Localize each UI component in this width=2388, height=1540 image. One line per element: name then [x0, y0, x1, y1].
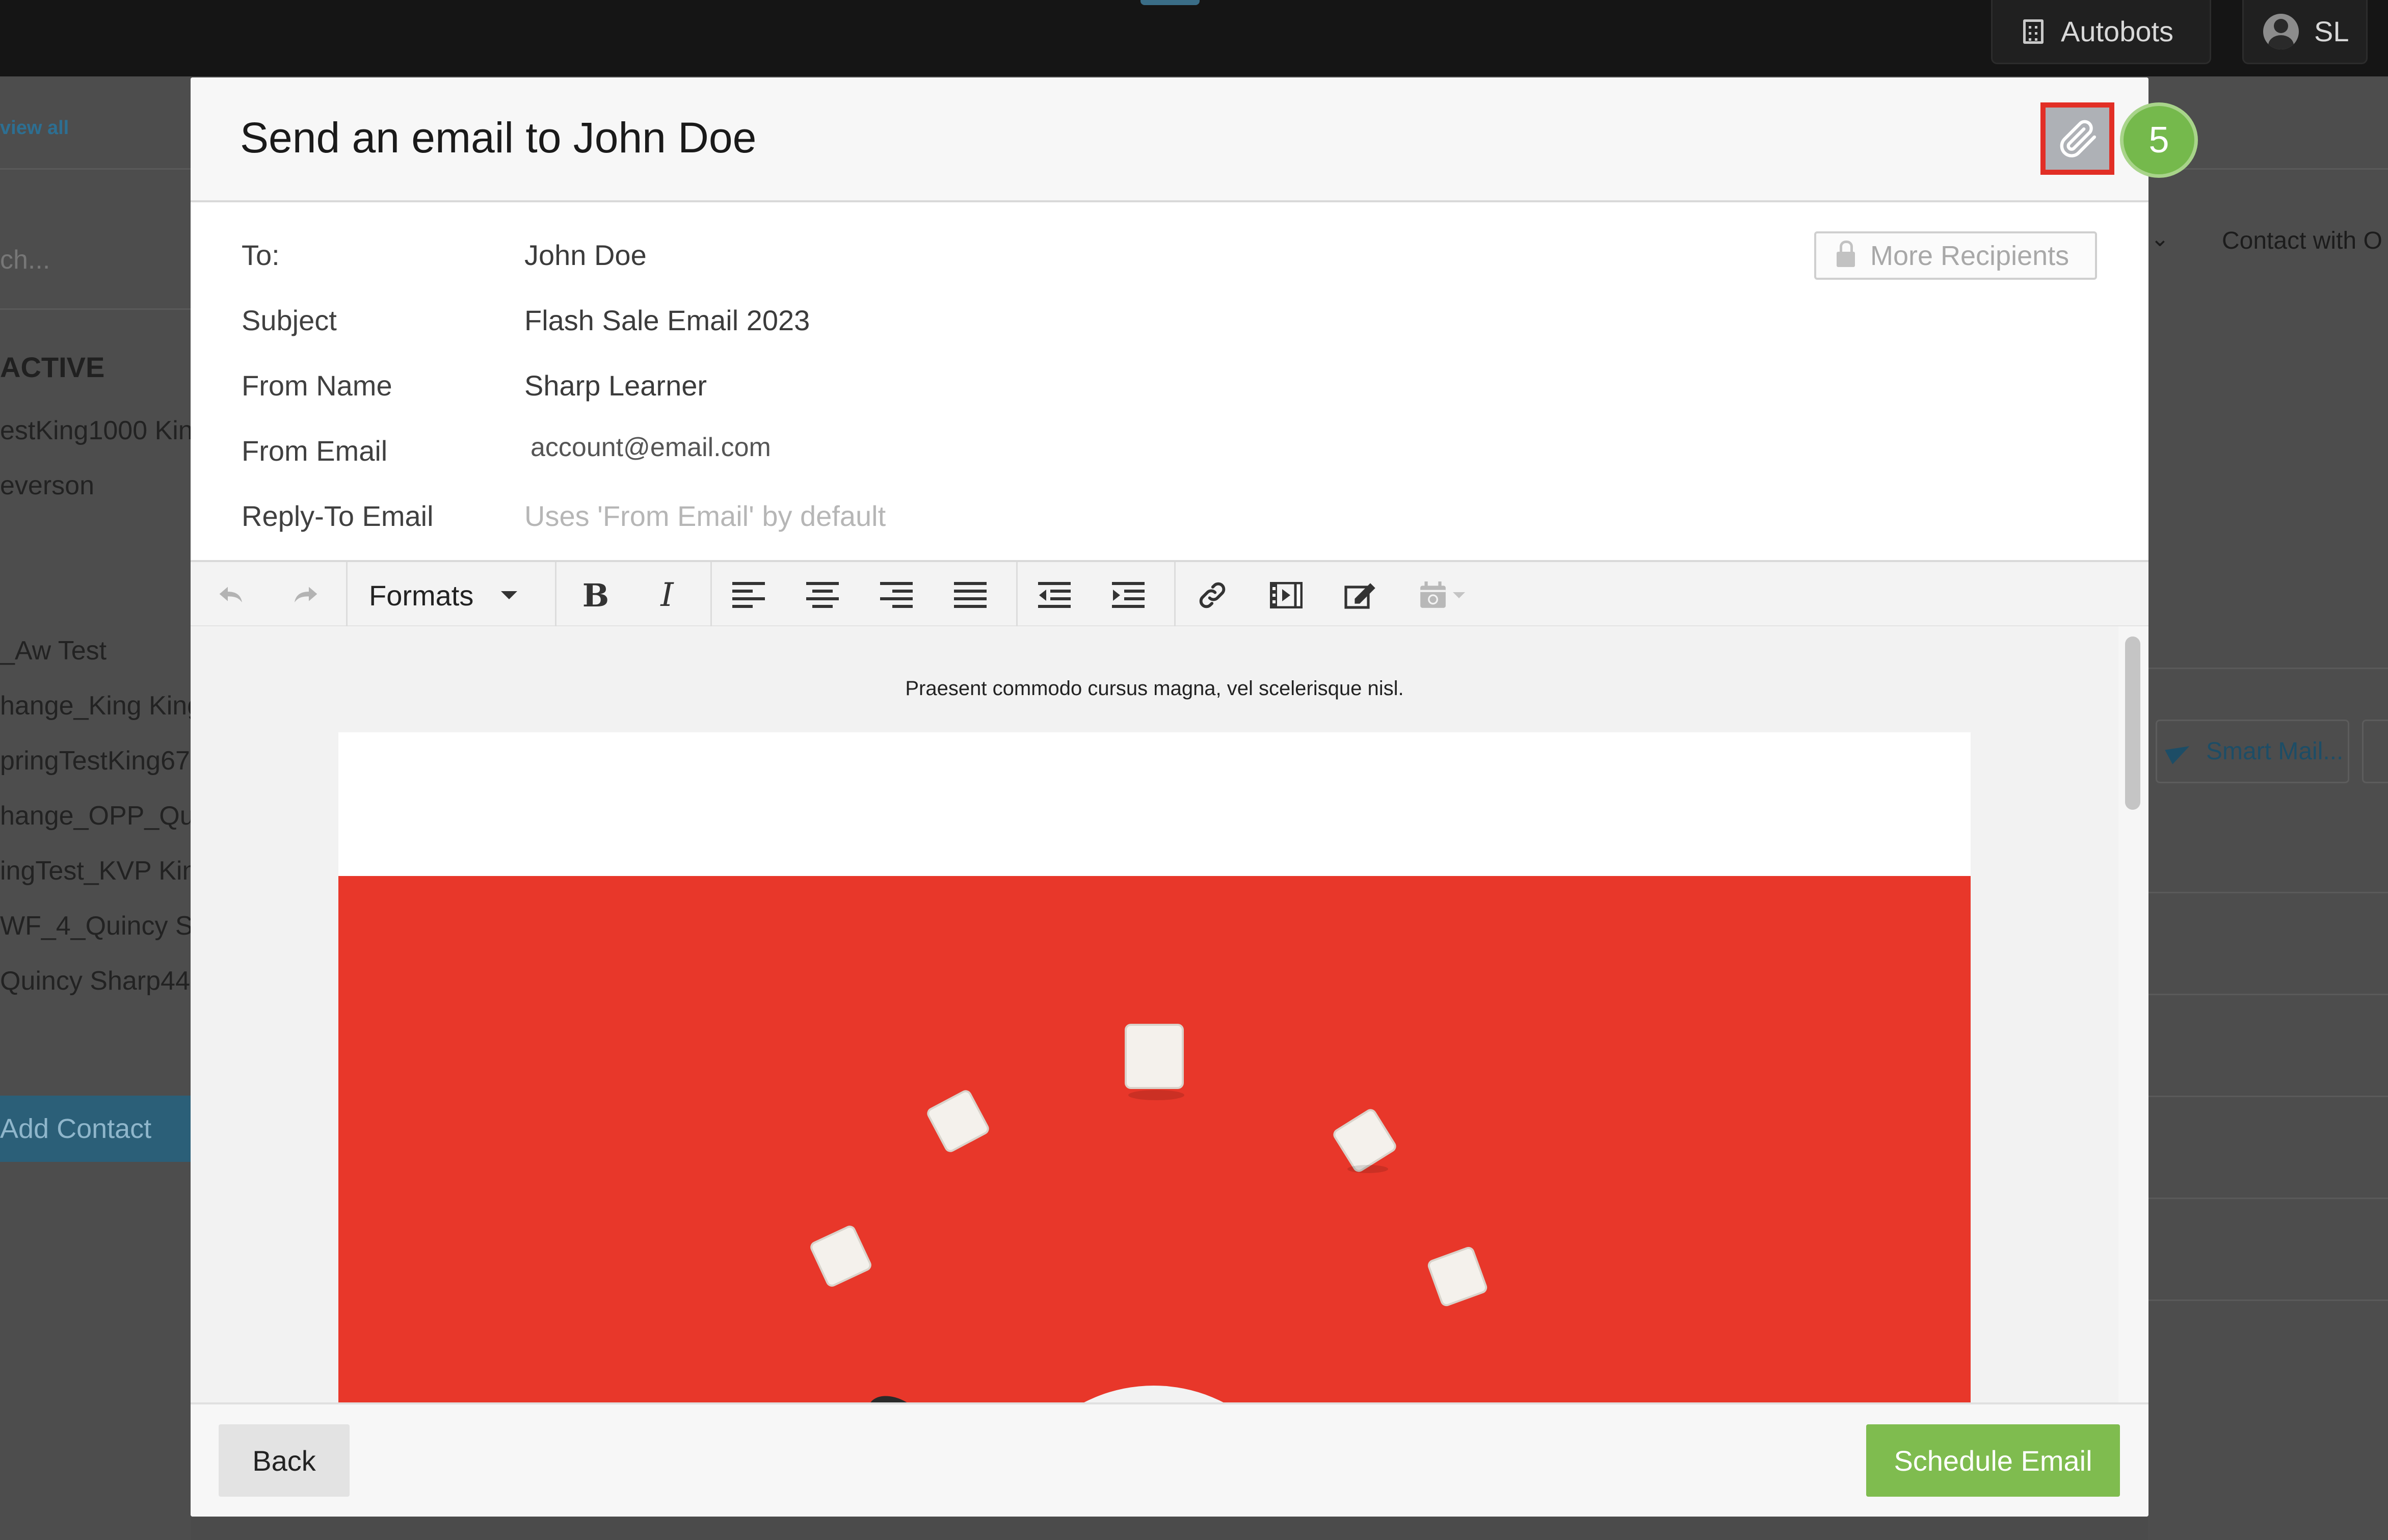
- divider: [0, 168, 191, 170]
- undo-icon[interactable]: [206, 575, 257, 616]
- to-label: To:: [242, 239, 280, 271]
- org-name: Autobots: [2061, 15, 2174, 47]
- coffee-sugar-illustration: [338, 876, 1971, 1462]
- top-center-tab: [1140, 0, 1200, 5]
- paper-plane-icon: [2165, 738, 2193, 764]
- background-right-panel: ⌄ Contact with O Smart Mail...: [2148, 76, 2388, 1540]
- subject-label: Subject: [242, 304, 337, 336]
- back-button[interactable]: Back: [219, 1424, 350, 1497]
- send-email-modal: Send an email to John Doe To: John Doe M…: [191, 77, 2148, 1517]
- toolbar-separator: [1174, 562, 1176, 628]
- smart-mail-label: Smart Mail...: [2206, 738, 2344, 765]
- from-name-field[interactable]: Sharp Learner: [524, 369, 707, 402]
- list-item[interactable]: hange_OPP_Qui: [0, 801, 200, 831]
- align-justify-icon[interactable]: [942, 575, 998, 616]
- subject-field[interactable]: Flash Sale Email 2023: [524, 304, 810, 337]
- edit-image-icon[interactable]: [1332, 575, 1388, 616]
- reply-to-label: Reply-To Email: [242, 500, 434, 532]
- list-item[interactable]: ingTest_KVP King: [0, 856, 211, 886]
- link-icon[interactable]: [1184, 575, 1240, 616]
- back-button-label: Back: [252, 1444, 316, 1477]
- calendar-icon: [1420, 581, 1446, 608]
- toolbar-separator: [1016, 562, 1018, 628]
- vertical-scrollbar[interactable]: [2125, 636, 2140, 810]
- calendar-dropdown[interactable]: [1406, 575, 1477, 616]
- background-button[interactable]: [2362, 720, 2388, 783]
- user-initials: SL: [2314, 15, 2349, 47]
- step-badge: 5: [2120, 102, 2198, 178]
- redo-icon[interactable]: [280, 575, 331, 616]
- org-switcher[interactable]: Autobots: [1991, 0, 2211, 64]
- from-email-field[interactable]: account@email.com: [530, 432, 771, 463]
- divider: [2148, 1299, 2388, 1301]
- toolbar-separator: [555, 562, 556, 628]
- list-item[interactable]: pringTestKing67: [0, 746, 190, 776]
- attachment-button[interactable]: [2040, 102, 2114, 175]
- schedule-email-label: Schedule Email: [1894, 1444, 2092, 1477]
- modal-header: Send an email to John Doe: [191, 77, 2148, 202]
- from-name-label: From Name: [242, 369, 392, 402]
- add-contact-button[interactable]: Add Contact: [0, 1096, 191, 1162]
- divider: [2148, 892, 2388, 893]
- email-editor[interactable]: Praesent commodo cursus magna, vel scele…: [191, 626, 2148, 1462]
- indent-icon[interactable]: [1100, 575, 1156, 616]
- toolbar-separator: [346, 562, 348, 628]
- smart-mail-button[interactable]: Smart Mail...: [2156, 720, 2349, 783]
- list-item[interactable]: Quincy Sharp44: [0, 966, 190, 996]
- divider: [2148, 668, 2388, 669]
- to-value: John Doe: [524, 239, 647, 271]
- background-left-panel: view all ch... ACTIVE estKing1000 King e…: [0, 76, 211, 1540]
- app-top-bar: Autobots SL: [0, 0, 2388, 76]
- avatar-icon: [2263, 13, 2299, 49]
- formats-dropdown[interactable]: Formats: [369, 575, 542, 616]
- search-input[interactable]: ch...: [0, 245, 50, 275]
- list-item[interactable]: estKing1000 King: [0, 415, 208, 446]
- bold-icon[interactable]: B: [568, 575, 624, 616]
- toolbar-separator: [710, 562, 712, 628]
- video-icon[interactable]: [1258, 575, 1314, 616]
- email-header-block: [338, 732, 1971, 876]
- caret-down-icon: [1453, 592, 1465, 598]
- section-heading: ACTIVE: [0, 351, 105, 383]
- caret-down-icon: [501, 591, 518, 599]
- preheader-text: Praesent commodo cursus magna, vel scele…: [905, 677, 1404, 700]
- step-number: 5: [2148, 120, 2169, 161]
- add-contact-label: Add Contact: [0, 1113, 152, 1144]
- divider: [0, 308, 191, 310]
- divider: [2148, 1096, 2388, 1097]
- more-recipients-button[interactable]: More Recipients: [1814, 231, 2097, 280]
- reply-to-field[interactable]: Uses 'From Email' by default: [524, 499, 886, 533]
- contact-with-label: Contact with O: [2222, 227, 2382, 254]
- list-item[interactable]: WF_4_Quincy Sh: [0, 911, 208, 941]
- modal-footer: [191, 1402, 2148, 1517]
- list-item[interactable]: hange_King King: [0, 691, 202, 721]
- align-left-icon[interactable]: [721, 575, 777, 616]
- building-icon: [2023, 19, 2044, 44]
- list-item[interactable]: everson: [0, 470, 94, 501]
- schedule-email-button[interactable]: Schedule Email: [1866, 1424, 2120, 1497]
- from-email-label: From Email: [242, 435, 388, 467]
- italic-icon[interactable]: I: [639, 575, 695, 616]
- align-center-icon[interactable]: [794, 575, 851, 616]
- paperclip-icon: [2060, 120, 2096, 157]
- user-menu[interactable]: SL: [2242, 0, 2368, 64]
- more-recipients-label: More Recipients: [1870, 240, 2069, 271]
- list-item[interactable]: _Aw Test: [0, 635, 107, 666]
- outdent-icon[interactable]: [1026, 575, 1082, 616]
- hero-image: [338, 876, 1971, 1462]
- formats-label: Formats: [369, 579, 474, 612]
- modal-title: Send an email to John Doe: [240, 114, 757, 162]
- divider: [2148, 1198, 2388, 1199]
- divider: [2148, 994, 2388, 995]
- editor-toolbar: Formats B I: [191, 560, 2148, 628]
- chevron-down-icon[interactable]: ⌄: [2151, 226, 2169, 252]
- lock-icon: [1837, 240, 1855, 267]
- align-right-icon[interactable]: [868, 575, 924, 616]
- view-all-link[interactable]: view all: [0, 117, 69, 139]
